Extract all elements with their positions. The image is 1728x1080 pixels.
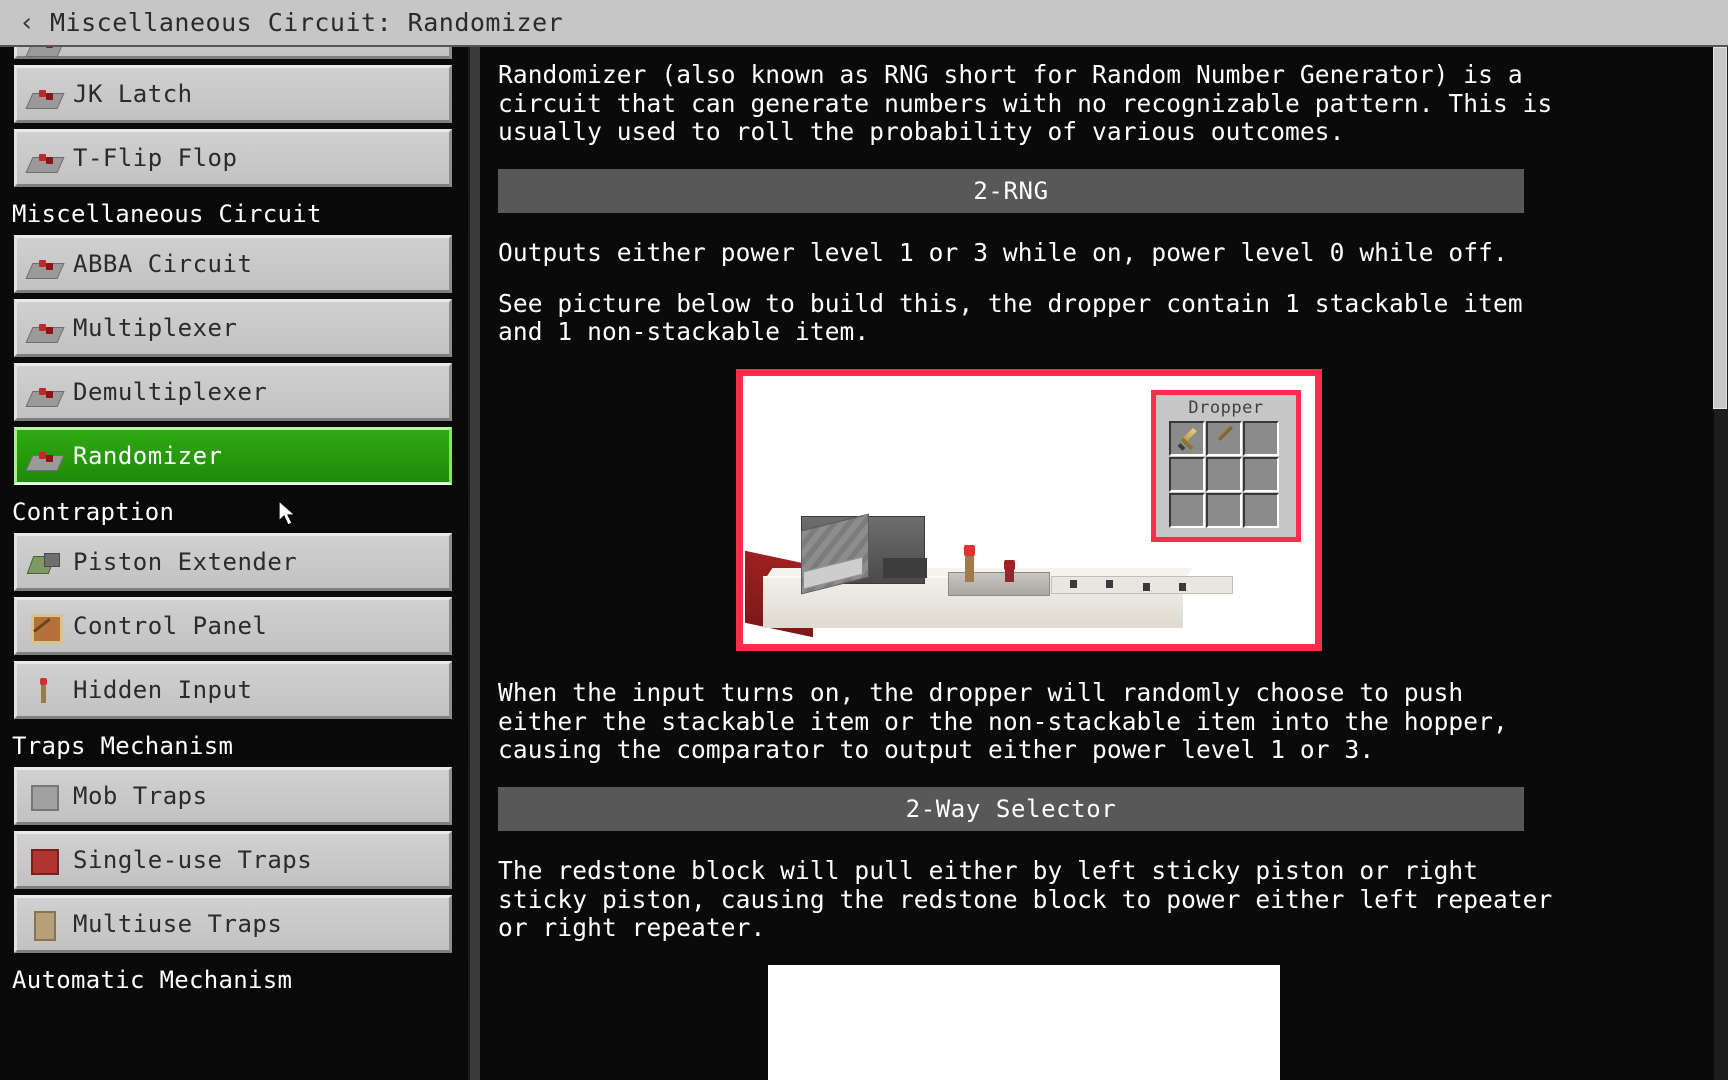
sidebar-group-header: Contraption	[0, 491, 470, 533]
build-picture-2rng: Dropper	[736, 368, 1322, 651]
redstone-plate-icon	[25, 77, 65, 111]
sidebar-item-label: Control Panel	[73, 612, 268, 640]
dropper-slot-grid	[1169, 420, 1283, 532]
sidebar-item-mob-traps[interactable]: Mob Traps	[14, 767, 452, 825]
redstone-plate-icon	[25, 247, 65, 281]
sidebar-item-piston-extender[interactable]: Piston Extender	[14, 533, 452, 591]
section-2way-paragraph-1: The redstone block will pull either by l…	[498, 855, 1568, 943]
dropper-slot	[1169, 456, 1205, 492]
build-picture-2way	[768, 964, 1280, 1080]
sidebar-item-label: ABBA Circuit	[73, 250, 253, 278]
content-scrollbar-track[interactable]	[1713, 47, 1728, 1080]
repeater-dot-shape	[1179, 582, 1186, 591]
sidebar-group-header: Miscellaneous Circuit	[0, 193, 470, 235]
stick-icon	[1217, 425, 1233, 441]
content-scrollbar-thumb[interactable]	[1713, 47, 1727, 409]
back-button[interactable]: ‹	[14, 8, 40, 38]
sidebar-scrollbar-track[interactable]	[454, 47, 922, 1080]
dropper-slot	[1206, 492, 1242, 528]
sidebar-item-jk-latch[interactable]: JK Latch	[14, 65, 452, 123]
sidebar-item-multiplexer[interactable]: Multiplexer	[14, 299, 452, 357]
sidebar-item-t-flip-flop[interactable]: T-Flip Flop	[14, 129, 452, 187]
dropper-slot	[1243, 456, 1279, 492]
tripwire-icon	[27, 907, 61, 941]
redstone-plate-icon	[25, 141, 65, 175]
repeater-row-shape	[1051, 575, 1233, 594]
dropper-slot	[1206, 456, 1242, 492]
redstone-plate-icon	[25, 375, 65, 409]
sidebar-item-label: JK Latch	[73, 80, 193, 108]
dropper-slot	[1243, 492, 1279, 528]
redstone-plate-icon	[25, 47, 65, 59]
sidebar-group-header: Automatic Mechanism	[0, 959, 470, 1001]
app-root: ‹ Miscellaneous Circuit: Randomizer JK L…	[0, 0, 1728, 1080]
page-title: Miscellaneous Circuit: Randomizer	[50, 8, 564, 37]
sidebar-item-label: Multiplexer	[73, 314, 238, 342]
repeater-dot-shape	[1143, 582, 1150, 591]
tnt-icon	[27, 843, 61, 877]
sidebar-item-control-panel[interactable]: Control Panel	[14, 597, 452, 655]
dropper-slot	[1206, 420, 1242, 456]
intro-paragraph: Randomizer (also known as RNG short for …	[498, 60, 1568, 147]
sidebar: JK Latch T-Flip Flop Miscellaneous Circuit…	[0, 47, 470, 1080]
sidebar-item-label: T-Flip Flop	[73, 144, 238, 172]
dropper-inventory: Dropper	[1151, 389, 1301, 542]
hopper-shape	[948, 571, 1050, 596]
sidebar-list: JK Latch T-Flip Flop Miscellaneous Circuit…	[0, 47, 470, 1001]
redstone-plate-icon	[25, 311, 65, 345]
redstone-plate-icon	[25, 439, 65, 473]
sidebar-item-label: Piston Extender	[73, 548, 298, 576]
content-panel: Randomizer (also known as RNG short for …	[480, 47, 1728, 1080]
sidebar-item-abba-circuit[interactable]: ABBA Circuit	[14, 235, 452, 293]
sidebar-item-label: Randomizer	[73, 442, 223, 470]
sidebar-item-label: Demultiplexer	[73, 378, 268, 406]
golden-sword-icon	[1177, 427, 1199, 451]
dropper-slot	[1243, 420, 1279, 456]
body: JK Latch T-Flip Flop Miscellaneous Circuit…	[0, 47, 1728, 1080]
sidebar-item-single-use-traps[interactable]: Single-use Traps	[14, 831, 452, 889]
section-2rng-paragraph-1: Outputs either power level 1 or 3 while …	[498, 237, 1508, 267]
redstone-torch-a-shape	[965, 551, 974, 582]
dropper-slot	[1169, 420, 1205, 456]
sidebar-item-item[interactable]	[14, 47, 452, 59]
dropper-slot	[1169, 492, 1205, 528]
section-banner-2rng[interactable]: 2-RNG	[498, 168, 1524, 213]
dropper-inventory-title: Dropper	[1188, 397, 1264, 418]
content-body: Randomizer (also known as RNG short for …	[480, 47, 1584, 1080]
sidebar-item-label: Single-use Traps	[73, 846, 313, 874]
section-banner-2way-selector[interactable]: 2-Way Selector	[498, 786, 1524, 831]
sidebar-item-label: Mob Traps	[73, 782, 208, 810]
sidebar-item-hidden-input[interactable]: Hidden Input	[14, 661, 452, 719]
sidebar-item-label: Multiuse Traps	[73, 910, 283, 938]
control-panel-icon	[27, 609, 63, 644]
sidebar-item-label: Hidden Input	[73, 676, 253, 704]
lever-icon	[27, 673, 61, 707]
redstone-torch-b-head	[1004, 559, 1015, 570]
sidebar-item-randomizer[interactable]: Randomizer	[14, 427, 452, 485]
section-2rng-paragraph-2: See picture below to build this, the dro…	[498, 288, 1538, 347]
sidebar-item-multiuse-traps[interactable]: Multiuse Traps	[14, 895, 452, 953]
chevron-left-icon: ‹	[19, 7, 35, 38]
sidebar-group-header: Traps Mechanism	[0, 725, 470, 767]
section-2rng-paragraph-3: When the input turns on, the dropper wil…	[498, 677, 1523, 765]
sidebar-item-demultiplexer[interactable]: Demultiplexer	[14, 363, 452, 421]
dispenser-icon	[27, 779, 61, 813]
piston-icon	[26, 545, 61, 579]
titlebar: ‹ Miscellaneous Circuit: Randomizer	[0, 0, 1728, 47]
redstone-torch-a-head	[964, 544, 975, 556]
dropper-nozzle-shape	[883, 557, 927, 578]
